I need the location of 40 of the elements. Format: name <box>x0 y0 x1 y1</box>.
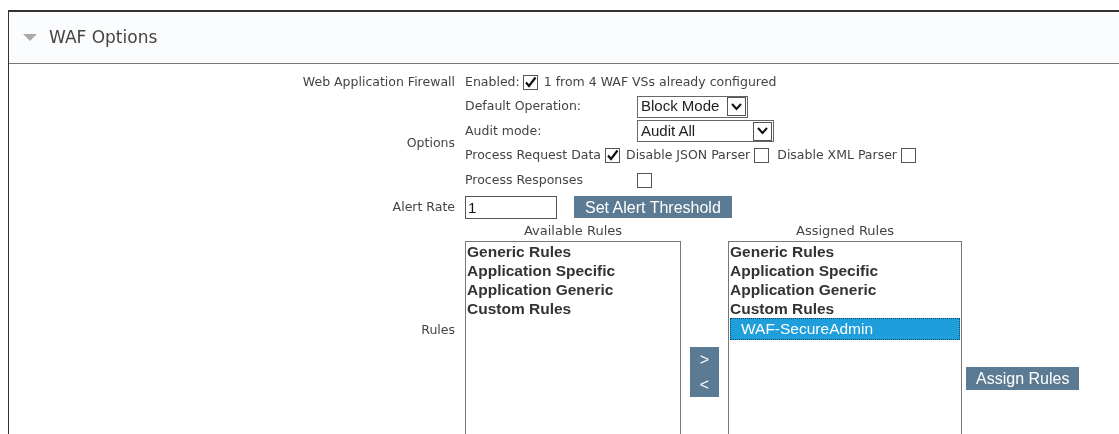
rule-group: Generic Rules <box>467 241 679 261</box>
rules-listbox[interactable]: Generic Rules Application Specific Application Generic Custom Rules WAF-SecureAdmin <box>728 240 962 434</box>
rule-group: Application Specific <box>467 260 679 280</box>
list-heading: Available Rules <box>523 222 622 240</box>
field-label: Alert Rate <box>392 197 455 216</box>
checkmark-icon <box>523 75 537 89</box>
field-label: Options <box>406 134 455 153</box>
audit-select[interactable]: Audit All <box>637 120 774 142</box>
move-rule-button[interactable]: < <box>690 372 719 397</box>
status-note: 1 from 4 WAF VSs already configured <box>543 72 777 91</box>
checkbox[interactable] <box>754 148 770 163</box>
field-label: Rules <box>421 321 455 340</box>
alert-rate-field[interactable]: 1 <box>465 195 557 219</box>
field-label: Process Responses <box>465 172 583 188</box>
operation-select[interactable]: Block Mode <box>637 95 748 118</box>
assign-rules-button[interactable]: Assign Rules <box>966 367 1080 390</box>
checkbox[interactable] <box>605 148 620 163</box>
field-label: Web Application Firewall <box>302 72 455 91</box>
field-label: Enabled: <box>465 72 520 91</box>
section-header[interactable]: WAF Options <box>9 12 1119 64</box>
rule-group: Generic Rules <box>730 241 960 261</box>
field-label: Default Operation: <box>465 98 582 114</box>
rule-group: Application Generic <box>467 279 679 299</box>
rule-group: Custom Rules <box>730 298 960 318</box>
field-label: Disable XML Parser <box>777 147 897 163</box>
move-rule-button[interactable]: > <box>690 347 719 372</box>
field-label: Disable JSON Parser <box>626 147 751 163</box>
list-heading: Assigned Rules <box>796 222 894 240</box>
checkbox[interactable] <box>901 148 916 163</box>
checkbox[interactable] <box>637 173 652 188</box>
checkbox[interactable] <box>522 74 538 90</box>
rules-listbox[interactable]: Generic Rules Application Specific Application Generic Custom Rules <box>465 240 681 434</box>
section-title: WAF Options <box>49 25 158 49</box>
set-threshold-button[interactable]: Set Alert Threshold <box>574 196 732 218</box>
field-label: Process Request Data <box>465 146 601 165</box>
rule-group: Application Specific <box>730 260 960 280</box>
field-label: Audit mode: <box>465 122 542 138</box>
checkmark-icon <box>606 149 619 162</box>
rule-group: Custom Rules <box>467 298 679 318</box>
rule-group: Application Generic <box>730 279 960 299</box>
